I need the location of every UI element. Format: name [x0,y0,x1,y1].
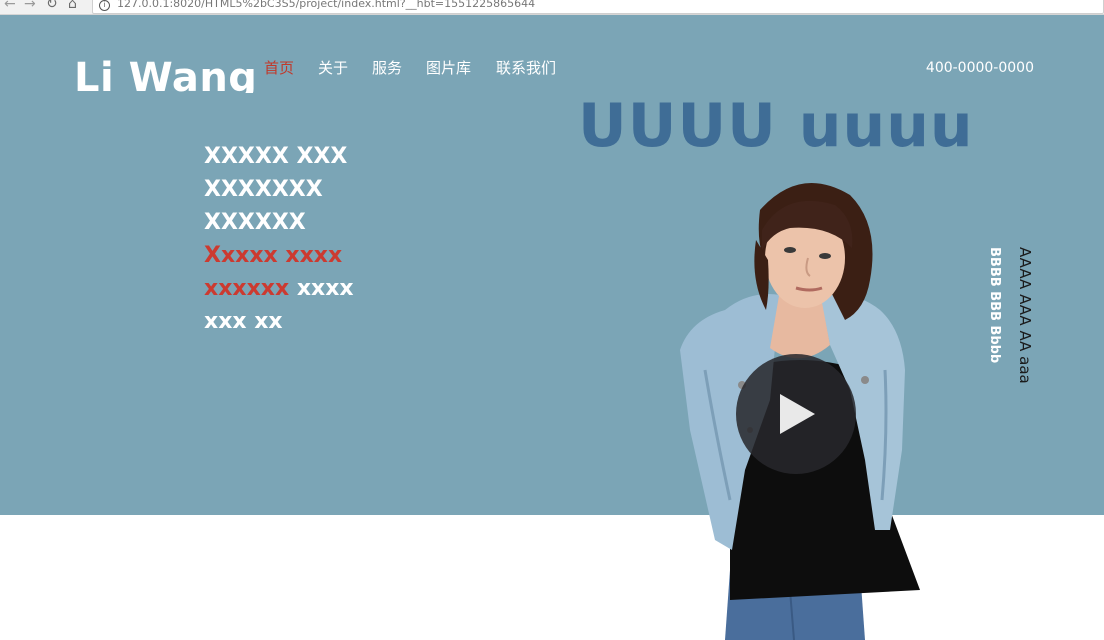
hero-line-4: Xxxxx xxxx [204,243,343,268]
url-text: 127.0.0.1:8020/HTML5%2bC3S5/project/inde… [117,0,536,10]
site-logo[interactable]: Li Wang [74,51,257,93]
vertical-text-white: BBBB BBB Bbbb [987,247,1002,364]
hero-line-3: XXXXXX [204,210,306,235]
video-play-button[interactable] [736,354,856,474]
nav-item-contact[interactable]: 联系我们 [496,57,556,78]
browser-toolbar: ← → ↻ ⌂ i 127.0.0.1:8020/HTML5%2bC3S5/pr… [0,0,1104,15]
nav-item-services[interactable]: 服务 [372,57,402,78]
info-icon[interactable]: i [99,0,110,11]
phone-number: 400-0000-0000 [925,60,1034,76]
nav-item-gallery[interactable]: 图片库 [426,57,471,78]
hero-headline: UUUU uuuu [578,91,974,161]
address-bar[interactable]: i 127.0.0.1:8020/HTML5%2bC3S5/project/in… [92,0,1104,14]
nav-item-home[interactable]: 首页 [264,57,294,78]
hero-line-1: XXXXX XXX [204,144,348,169]
play-icon [780,394,815,434]
hero-section: Li Wang 首页 关于 服务 图片库 联系我们 400-0000-0000 … [0,15,1104,515]
reload-icon[interactable]: ↻ [46,0,58,11]
hero-text-block: XXXXX XXX XXXXXXX XXXXXX Xxxxx xxxx xxxx… [204,140,354,338]
hero-line-2: XXXXXXX [204,177,323,202]
hero-line-5-red: xxxxxx [204,276,290,301]
hero-line-5: xxxxxx xxxx [204,272,354,305]
hero-line-5-white: xxxx [289,276,354,301]
vertical-text-dark: AAAA AAA AA aaa [1016,247,1034,384]
hero-line-6: xxx xx [204,309,283,334]
home-icon[interactable]: ⌂ [68,0,77,11]
back-arrow-icon[interactable]: ← [4,0,16,11]
forward-arrow-icon[interactable]: → [24,0,36,11]
nav-item-about[interactable]: 关于 [318,57,348,78]
